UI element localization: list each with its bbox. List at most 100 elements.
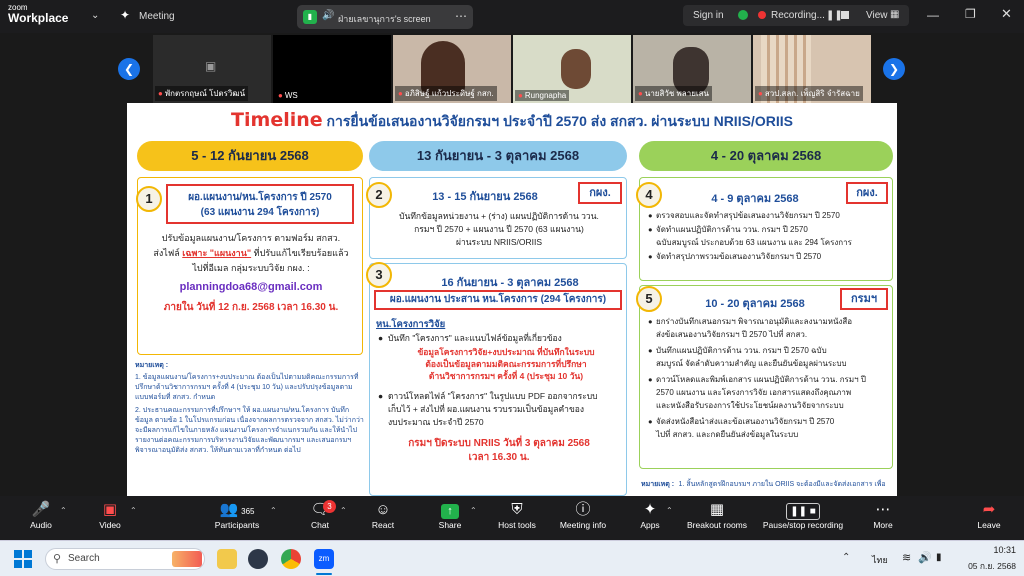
zoom-logo: zoom Workplace xyxy=(8,4,69,25)
shared-screen: Timeline การยื่นข้อเสนองานวิจัยกรมฯ ประจ… xyxy=(127,103,897,496)
phase-header-3: 4 - 20 ตุลาคม 2568 xyxy=(639,141,893,171)
more-options-icon[interactable]: ⋯ xyxy=(455,9,467,23)
apps-button[interactable]: ✦ Apps xyxy=(634,500,666,538)
note-text: 2. ประธานคณะกรรมการที่ปรึกษาฯ ให้ ผอ.แผน… xyxy=(135,407,364,454)
step-4-text: จัดทำสรุปภาพรวมข้อเสนองานวิจัยกรมฯ ปี 25… xyxy=(656,252,822,261)
grid-icon[interactable]: ▦ xyxy=(890,9,899,20)
chevron-up-icon[interactable]: ⌃ xyxy=(470,506,477,515)
button-label: Chat xyxy=(311,520,329,530)
app-name-bottom: Workplace xyxy=(8,11,69,25)
wifi-icon[interactable]: ≋ xyxy=(902,551,911,564)
chevron-up-icon[interactable]: ⌃ xyxy=(270,506,277,515)
recording-status: Recording... xyxy=(771,10,825,21)
input-language[interactable]: ไทย xyxy=(872,553,888,567)
participant-tile[interactable]: ▣ ● พักตรกฤษณ์ โปตรวิฒน์ xyxy=(153,35,271,103)
text-part: ส่งไฟล์ xyxy=(153,248,180,258)
audio-button[interactable]: 🎤 Audio xyxy=(24,500,58,538)
title-highlight: Timeline xyxy=(231,109,323,131)
step-3-red-text: ด้านวิชาการกรมฯ ครั้งที่ 4 (ประชุม 10 วั… xyxy=(428,371,584,381)
minimize-icon[interactable]: — xyxy=(927,8,939,22)
gallery-prev-icon[interactable]: ❮ xyxy=(118,58,140,80)
pause-stop-recording-button[interactable]: ❚❚ ■ Pause/stop recording xyxy=(757,500,849,538)
step-1-text: ปรับข้อมูลแผนงาน/โครงการ ตามฟอร์ม สกสว. xyxy=(161,233,341,243)
more-button[interactable]: ⋯ More xyxy=(868,500,898,538)
share-status-icon: ▮ xyxy=(303,10,317,24)
step-2-text: บันทึกข้อมูลหน่วยงาน + (ร่าง) แผนปฏิบัติ… xyxy=(399,211,599,221)
chrome-icon[interactable] xyxy=(281,549,301,569)
participant-tile[interactable]: ● อภิสิษฐ์ แก้วประดิษฐ์ กสก. xyxy=(393,35,511,103)
share-source-label: ฝ่ายเลขานุการ's screen xyxy=(338,14,431,24)
button-label: Meeting info xyxy=(559,520,607,530)
button-label: Host tools xyxy=(498,520,536,530)
view-button[interactable]: View xyxy=(866,10,888,21)
speedometer-app-icon[interactable] xyxy=(248,549,268,569)
participant-tile[interactable]: ● Rungnapha xyxy=(513,35,631,103)
gallery-next-icon[interactable]: ❯ xyxy=(883,58,905,80)
chevron-up-icon[interactable]: ⌃ xyxy=(340,506,347,515)
react-button[interactable]: ☺ React xyxy=(366,500,400,538)
chevron-up-icon[interactable]: ⌃ xyxy=(666,506,673,515)
participant-name: ● อภิสิษฐ์ แก้วประดิษฐ์ กสก. xyxy=(395,86,497,101)
title-bar: zoom Workplace ⌄ ✦ Meeting ▮ 🔊 ฝ่ายเลขาน… xyxy=(0,0,1024,33)
text-part: ที่ปรับแก้ไขเรียบร้อยแล้ว xyxy=(253,248,349,258)
step-4-text: ตรวจสอบและจัดทำสรุปข้อเสนองานวิจัยกรมฯ ป… xyxy=(656,211,840,220)
chevron-up-icon[interactable]: ⌃ xyxy=(60,506,67,515)
step-5-date: 10 - 20 ตุลาคม 2568 xyxy=(705,298,805,310)
stop-icon[interactable] xyxy=(841,11,849,19)
news-widget-icon[interactable] xyxy=(172,551,202,567)
shield-icon: ⛨ xyxy=(511,501,523,518)
clock-date[interactable]: 05 ก.ย. 2568 xyxy=(946,559,1016,573)
zoom-icon[interactable]: zm xyxy=(314,549,334,569)
participant-name: ● สวป.สลก. เพ็ญสิริ จำรัสฉาย xyxy=(755,86,863,101)
button-label: Leave xyxy=(977,520,1001,530)
step-3-red-text: ข้อมูลโครงการวิจัย+งบประมาณ ที่บันทึกในร… xyxy=(417,347,595,357)
shield-check-icon xyxy=(738,10,748,20)
step-3-text: บันทึก "โครงการ" และแนบไฟล์ข้อมูลที่เกี่… xyxy=(388,333,562,343)
step-2-text: ผ่านระบบ NRIIS/ORIIS xyxy=(455,237,543,247)
system-close-text: กรมฯ ปิดระบบ NRIIS วันที่ 3 ตุลาคม 2568 xyxy=(408,438,590,449)
paw-icon: ✦ xyxy=(120,8,131,22)
bullet-icon: ● xyxy=(648,317,653,326)
participant-tile[interactable]: ● นายสิวัช พลายเสน xyxy=(633,35,751,103)
video-button[interactable]: ▣ Video xyxy=(94,500,126,538)
participant-tile[interactable]: ● WS xyxy=(273,35,391,103)
breakout-rooms-button[interactable]: ▦ Breakout rooms xyxy=(684,500,750,538)
chat-badge: 3 xyxy=(323,500,336,513)
file-explorer-icon[interactable] xyxy=(217,549,237,569)
chevron-up-icon[interactable]: ⌃ xyxy=(842,552,850,563)
phase-header-2: 13 กันยายน - 3 ตุลาคม 2568 xyxy=(369,141,627,171)
step-4-card: 4 4 - 9 ตุลาคม 2568 กผง. ● ตรวจสอบและจัด… xyxy=(636,177,893,281)
sign-in-button[interactable]: Sign in xyxy=(693,10,724,21)
meeting-info-button[interactable]: ⓘ Meeting info xyxy=(555,500,611,538)
screen-share-indicator[interactable]: ▮ 🔊 ฝ่ายเลขานุการ's screen ⋯ xyxy=(297,5,473,29)
windows-taskbar: ⚲ Search zm ⌃ ไทย ≋ 🔊 ▮ 10:31 05 ก.ย. 25… xyxy=(0,540,1024,576)
volume-icon[interactable]: 🔊 xyxy=(918,551,932,564)
restore-icon[interactable]: ❐ xyxy=(965,7,976,21)
step-5-text: และหนังสือรับรองการใช้ประโยชน์ผลงานวิจัย… xyxy=(656,401,844,410)
chevron-down-icon[interactable]: ⌄ xyxy=(91,10,99,21)
close-icon[interactable]: ✕ xyxy=(1001,6,1012,22)
search-icon: ⚲ xyxy=(53,553,62,565)
participants-button[interactable]: 👥 365 Participants xyxy=(209,500,265,538)
share-button[interactable]: ↑ Share xyxy=(433,500,467,538)
button-label: React xyxy=(371,520,395,530)
chevron-up-icon[interactable]: ⌃ xyxy=(130,506,137,515)
note-section-5: หมายเหตุ : 1. สิ้นหลักสูตรฝึกอบรมฯ ภายใน… xyxy=(641,473,893,496)
bullet-icon: ● xyxy=(378,333,384,343)
step-number: 4 xyxy=(636,182,662,208)
step-2-text: กรมฯ ปี 2570 + แผนงาน ปี 2570 (63 แผนงาน… xyxy=(414,224,584,234)
step-5-text: ส่งข้อเสนองานวิจัยกรมฯ ปี 2570 ไปที่ สกส… xyxy=(656,330,808,339)
button-label: More xyxy=(873,520,893,530)
host-tools-button[interactable]: ⛨ Host tools xyxy=(492,500,542,538)
button-label: Participants xyxy=(214,520,260,530)
participant-tile[interactable]: ● สวป.สลก. เพ็ญสิริ จำรัสฉาย xyxy=(753,35,871,103)
leave-button[interactable]: ➦ Leave xyxy=(974,500,1004,538)
clock-time[interactable]: 10:31 xyxy=(966,545,1016,555)
step-5-text: จัดส่งหนังสือนำส่งและข้อเสนองานวิจัยกรมฯ… xyxy=(656,417,835,426)
step-4-text: ฉบับสมบูรณ์ ประกอบด้วย 63 แผนงาน และ 294… xyxy=(656,238,852,247)
battery-icon[interactable]: ▮ xyxy=(936,552,942,563)
meeting-label[interactable]: Meeting xyxy=(139,11,175,22)
button-label: Apps xyxy=(640,520,660,530)
windows-start-icon[interactable] xyxy=(14,550,32,568)
note-title: หมายเหตุ : xyxy=(641,481,675,488)
